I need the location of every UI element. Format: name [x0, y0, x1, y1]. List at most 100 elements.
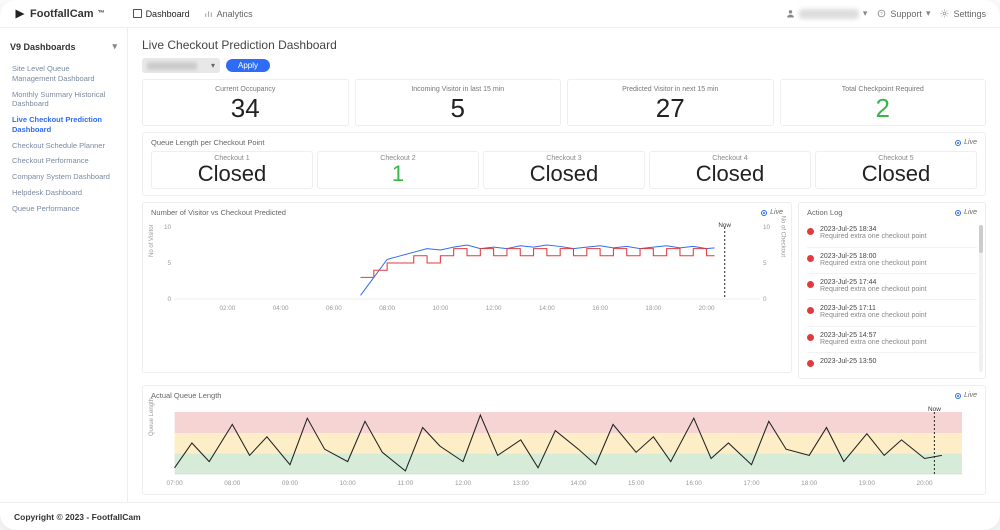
topnav-analytics[interactable]: Analytics — [204, 9, 253, 19]
chart2-svg: 07:0008:0009:0010:0011:0012:0013:0014:00… — [151, 404, 977, 488]
kpi-card: Current Occupancy34 — [142, 79, 349, 126]
svg-text:14:00: 14:00 — [539, 305, 555, 312]
selector-row: Apply — [142, 58, 986, 73]
queue-section-title: Queue Length per Checkout Point — [151, 138, 264, 147]
sidebar-group-title[interactable]: V9 Dashboards ▾ — [10, 38, 117, 55]
settings-link[interactable]: Settings — [940, 9, 986, 19]
action-timestamp: 2023-Jul-25 18:00 — [820, 253, 927, 260]
svg-text:5: 5 — [763, 260, 767, 267]
action-log-item: 2023-Jul-25 18:34Required extra one chec… — [807, 221, 977, 247]
dashboard-icon — [133, 9, 142, 18]
sidebar-item[interactable]: Site Level Queue Management Dashboard — [10, 61, 117, 87]
svg-text:13:00: 13:00 — [513, 480, 530, 487]
svg-text:12:00: 12:00 — [486, 305, 502, 312]
chart2-title: Actual Queue Length — [151, 391, 221, 400]
chevron-down-icon: ▾ — [863, 8, 868, 19]
site-dropdown[interactable] — [142, 58, 220, 73]
sidebar-item[interactable]: Monthly Summary Historical Dashboard — [10, 87, 117, 113]
support-label: Support — [890, 9, 922, 19]
main: Live Checkout Prediction Dashboard Apply… — [128, 28, 1000, 502]
scrollbar-thumb[interactable] — [979, 225, 983, 253]
svg-text:08:00: 08:00 — [379, 305, 395, 312]
svg-text:10:00: 10:00 — [432, 305, 448, 312]
topnav-dashboard-label: Dashboard — [146, 9, 190, 19]
live-dot-icon — [955, 393, 961, 399]
sidebar-item[interactable]: Checkout Performance — [10, 153, 117, 169]
svg-text:10: 10 — [164, 224, 172, 231]
live-badge: Live — [955, 209, 977, 216]
svg-text:20:00: 20:00 — [699, 305, 715, 312]
svg-text:16:00: 16:00 — [686, 480, 703, 487]
scrollbar[interactable] — [979, 225, 983, 372]
user-name-redacted — [799, 9, 859, 19]
chart2-y-left-label: Queue Length — [149, 398, 155, 436]
checkout-card: Checkout 5Closed — [815, 151, 977, 189]
chart1-svg: 0510051002:0004:0006:0008:0010:0012:0014… — [151, 221, 783, 313]
dropdown-value-redacted — [147, 62, 197, 70]
alert-dot-icon — [807, 255, 814, 262]
live-badge: Live — [955, 392, 977, 399]
svg-text:18:00: 18:00 — [645, 305, 661, 312]
svg-text:14:00: 14:00 — [570, 480, 587, 487]
topnav-dashboard[interactable]: Dashboard — [133, 9, 190, 19]
svg-text:07:00: 07:00 — [167, 480, 184, 487]
svg-text:06:00: 06:00 — [326, 305, 342, 312]
sidebar-item[interactable]: Checkout Schedule Planner — [10, 138, 117, 154]
sidebar-item[interactable]: Helpdesk Dashboard — [10, 185, 117, 201]
action-log-item: 2023-Jul-25 18:00Required extra one chec… — [807, 248, 977, 274]
body: V9 Dashboards ▾ Site Level Queue Managem… — [0, 28, 1000, 502]
kpi-card: Predicted Visitor in next 15 min27 — [567, 79, 774, 126]
sidebar-list: Site Level Queue Management DashboardMon… — [10, 61, 117, 216]
sidebar-item[interactable]: Queue Performance — [10, 201, 117, 217]
svg-text:12:00: 12:00 — [455, 480, 472, 487]
action-log-item: 2023-Jul-25 13:50 — [807, 353, 977, 372]
brand-logo[interactable]: FootfallCam ™ — [14, 8, 105, 20]
apply-button[interactable]: Apply — [226, 59, 270, 72]
svg-text:Now: Now — [928, 406, 941, 413]
sidebar-item[interactable]: Live Checkout Prediction Dashboard — [10, 112, 117, 138]
app-frame: FootfallCam ™ Dashboard Analytics ▾ ? Sup… — [0, 0, 1000, 530]
svg-text:5: 5 — [167, 260, 171, 267]
topnav: Dashboard Analytics — [133, 9, 253, 19]
alert-dot-icon — [807, 334, 814, 341]
sidebar: V9 Dashboards ▾ Site Level Queue Managem… — [0, 28, 128, 502]
sidebar-title-text: V9 Dashboards — [10, 42, 76, 52]
gear-icon — [940, 9, 949, 18]
footer-text: Copyright © 2023 - FootfallCam — [14, 512, 141, 522]
svg-text:19:00: 19:00 — [859, 480, 876, 487]
action-timestamp: 2023-Jul-25 17:44 — [820, 279, 927, 286]
chart1-title: Number of Visitor vs Checkout Predicted — [151, 208, 286, 217]
visitor-vs-checkout-section: Number of Visitor vs Checkout Predicted … — [142, 202, 792, 373]
kpi-value: 2 — [785, 95, 982, 121]
kpi-label: Total Checkpoint Required — [785, 86, 982, 93]
svg-text:Now: Now — [718, 222, 731, 229]
svg-text:16:00: 16:00 — [592, 305, 608, 312]
kpi-value: 5 — [360, 95, 557, 121]
chevron-down-icon: ▾ — [112, 41, 117, 52]
kpi-label: Predicted Visitor in next 15 min — [572, 86, 769, 93]
svg-text:17:00: 17:00 — [743, 480, 760, 487]
brand-tm: ™ — [98, 10, 105, 17]
kpi-card: Incoming Visitor in last 15 min5 — [355, 79, 562, 126]
action-log-item: 2023-Jul-25 17:44Required extra one chec… — [807, 274, 977, 300]
checkout-row: Checkout 1ClosedCheckout 21Checkout 3Clo… — [151, 151, 977, 189]
user-menu[interactable]: ▾ — [786, 8, 868, 19]
checkout-card: Checkout 21 — [317, 151, 479, 189]
svg-text:18:00: 18:00 — [801, 480, 818, 487]
action-timestamp: 2023-Jul-25 18:34 — [820, 226, 927, 233]
brand-name: FootfallCam — [30, 8, 94, 20]
actual-queue-length-section: Actual Queue Length Live Queue Length 07… — [142, 385, 986, 495]
svg-text:02:00: 02:00 — [220, 305, 236, 312]
action-timestamp: 2023-Jul-25 17:11 — [820, 305, 927, 312]
kpi-card: Total Checkpoint Required 2 — [780, 79, 987, 126]
svg-text:11:00: 11:00 — [398, 480, 414, 487]
kpi-row: Current Occupancy34Incoming Visitor in l… — [142, 79, 986, 126]
topnav-analytics-label: Analytics — [217, 9, 253, 19]
action-log-list[interactable]: 2023-Jul-25 18:34 Required extra one chec… — [807, 221, 977, 372]
top-right: ▾ ? Support ▾ Settings — [786, 8, 986, 19]
action-message: Required extra one checkout point — [820, 260, 927, 268]
support-link[interactable]: ? Support ▾ — [877, 8, 930, 19]
svg-text:10: 10 — [763, 224, 771, 231]
action-log-item: 2023-Jul-25 14:57Required extra one chec… — [807, 327, 977, 353]
sidebar-item[interactable]: Company System Dashboard — [10, 169, 117, 185]
